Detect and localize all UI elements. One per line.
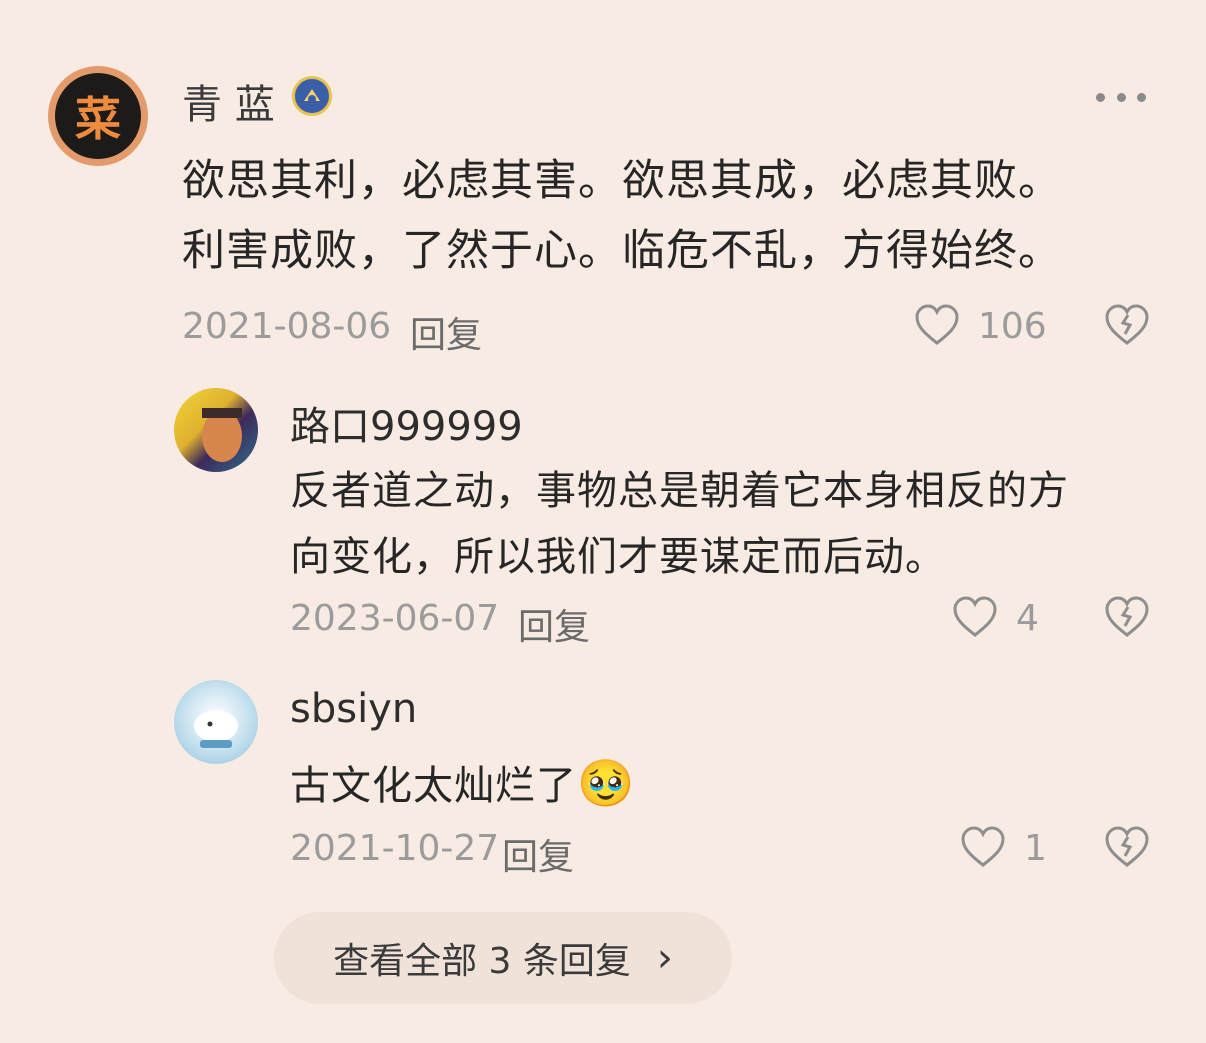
main-comment-line2: 利害成败，了然于心。临危不乱，方得始终。 <box>182 226 1062 276</box>
like-heart-icon[interactable] <box>914 303 960 347</box>
view-all-label: 查看全部 3 条回复 <box>333 941 631 982</box>
chevron-right-icon: › <box>656 935 673 981</box>
verified-badge-icon <box>292 76 332 116</box>
reply-2-username[interactable]: sbsiyn <box>290 686 417 732</box>
main-username[interactable]: 青 蓝 <box>182 72 275 130</box>
avatar-char: 菜 <box>55 73 141 159</box>
avatar-main-commenter[interactable]: 菜 <box>48 66 148 166</box>
dislike-broken-heart-icon[interactable] <box>1104 825 1150 869</box>
dislike-broken-heart-icon[interactable] <box>1104 303 1150 347</box>
reply-1-username[interactable]: 路口999999 <box>290 394 523 452</box>
reply-2-text: 古文化太灿烂了 <box>290 763 577 809</box>
reply-1-line2: 向变化，所以我们才要谋定而后动。 <box>290 534 946 580</box>
reply-2-like-count: 1 <box>1024 828 1047 869</box>
like-heart-icon[interactable] <box>952 595 998 639</box>
main-like-count: 106 <box>978 306 1047 347</box>
reply-1-date: 2023-06-07 <box>290 598 500 639</box>
dislike-broken-heart-icon[interactable] <box>1104 595 1150 639</box>
main-comment-date: 2021-08-06 <box>182 306 392 347</box>
view-all-replies-button[interactable]: 查看全部 3 条回复 › <box>274 912 732 1004</box>
reply-1-like-count: 4 <box>1016 598 1039 639</box>
reply-2-line1: 古文化太灿烂了🥹 <box>290 750 635 819</box>
reply-2-reply-button[interactable]: 回复 <box>502 828 574 880</box>
main-reply-button[interactable]: 回复 <box>410 306 482 358</box>
reply-1-reply-button[interactable]: 回复 <box>518 598 590 650</box>
like-heart-icon[interactable] <box>960 825 1006 869</box>
reply-2-date: 2021-10-27 <box>290 828 500 869</box>
reply-1-line1: 反者道之动，事物总是朝着它本身相反的方 <box>290 468 1069 514</box>
avatar-reply-1[interactable] <box>174 388 258 472</box>
pleading-face-emoji-icon: 🥹 <box>577 756 636 810</box>
avatar-reply-2[interactable] <box>174 680 258 764</box>
more-dots-icon[interactable] <box>1096 88 1146 106</box>
main-comment-line1: 欲思其利，必虑其害。欲思其成，必虑其败。 <box>182 156 1062 206</box>
